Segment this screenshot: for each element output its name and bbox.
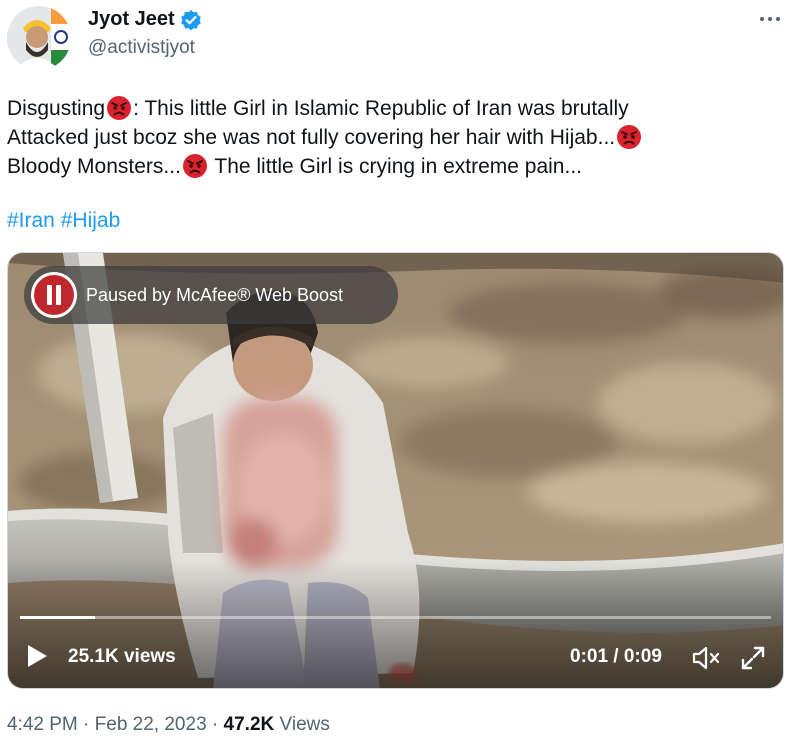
muted-speaker-icon[interactable] xyxy=(691,645,721,671)
tweet-text-segment: Attacked just bcoz she was not fully cov… xyxy=(7,126,616,149)
angry-face-icon xyxy=(182,154,207,178)
tweet-text-segment: Bloody Monsters... xyxy=(7,155,181,178)
pause-icon[interactable] xyxy=(30,271,78,319)
tweet-line: Bloody Monsters... The little Girl is cr… xyxy=(7,152,787,181)
hashtag-iran[interactable]: #Iran xyxy=(7,209,55,232)
meta-separator: · xyxy=(206,714,224,735)
tweet-text-segment: The little Girl is crying in extreme pai… xyxy=(208,155,582,178)
author-name[interactable]: Jyot Jeet xyxy=(88,8,175,31)
tweet-meta: 4:42 PM · Feb 22, 2023 · 47.2K Views xyxy=(7,714,330,736)
tweet-line: Attacked just bcoz she was not fully cov… xyxy=(7,123,787,152)
angry-face-icon xyxy=(107,96,132,120)
hashtags: #Iran #Hijab xyxy=(7,206,120,235)
more-options-icon[interactable] xyxy=(759,14,781,24)
video-player[interactable]: Paused by McAfee® Web Boost 25.1K views … xyxy=(7,252,784,689)
video-progress-bar[interactable] xyxy=(20,616,771,619)
tweet-line: Disgusting : This little Girl in Islamic … xyxy=(7,94,787,123)
verified-badge-icon xyxy=(180,9,201,30)
meta-separator: · xyxy=(77,714,95,735)
tweet-text-segment: Disgusting xyxy=(7,97,106,120)
tweet-views-count: 47.2K xyxy=(223,714,275,735)
tweet-text: Disgusting : This little Girl in Islamic … xyxy=(7,94,787,181)
angry-face-icon xyxy=(617,125,642,149)
mcafee-paused-label: Paused by McAfee® Web Boost xyxy=(86,284,344,305)
mcafee-paused-overlay[interactable]: Paused by McAfee® Web Boost xyxy=(24,266,398,324)
tweet-date[interactable]: Feb 22, 2023 xyxy=(95,714,207,735)
tweet-time[interactable]: 4:42 PM xyxy=(7,714,78,735)
video-progress-fill xyxy=(20,616,96,619)
tweet-text-segment: : This little Girl in Islamic Republic o… xyxy=(133,97,629,120)
video-view-count: 25.1K views xyxy=(68,646,176,667)
tweet-views-label: Views xyxy=(274,714,330,735)
video-timestamp: 0:01 / 0:09 xyxy=(570,646,662,667)
play-icon[interactable] xyxy=(24,643,50,669)
fullscreen-icon[interactable] xyxy=(740,645,766,671)
hashtag-hijab[interactable]: #Hijab xyxy=(61,209,121,232)
author-handle[interactable]: @activistjyot xyxy=(88,37,195,59)
avatar[interactable] xyxy=(7,6,71,70)
